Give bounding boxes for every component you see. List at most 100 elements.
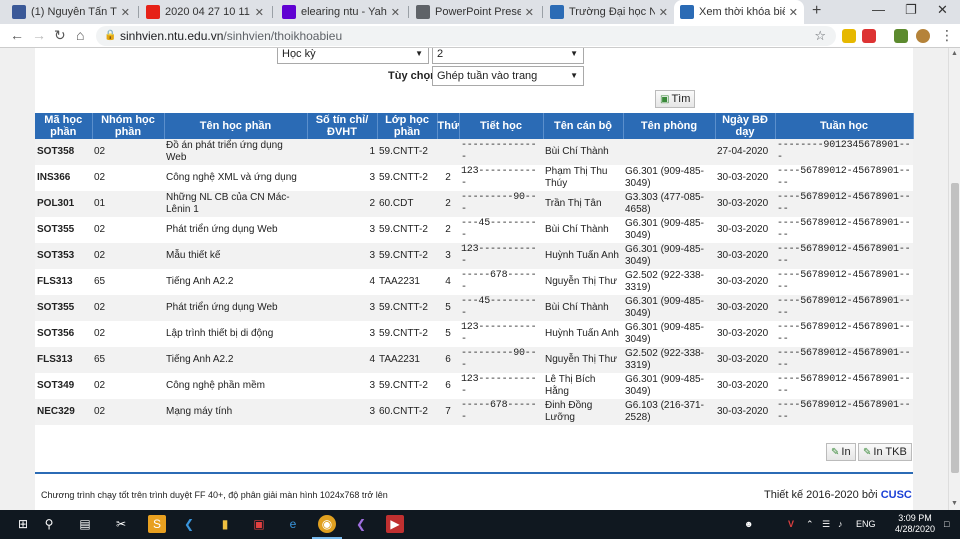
snipping-tool-icon[interactable]: ✂: [112, 515, 130, 533]
network-icon[interactable]: ☰: [822, 519, 830, 530]
menu-kebab-icon[interactable]: ⋮: [940, 27, 954, 44]
start-date-cell: 30-03-2020: [715, 321, 775, 347]
close-tab-icon[interactable]: ✕: [121, 6, 130, 19]
notification-icon[interactable]: □: [944, 519, 949, 529]
tray-app-icon[interactable]: V: [788, 519, 794, 529]
edge-icon[interactable]: e: [284, 515, 302, 533]
close-window-icon[interactable]: ✕: [937, 2, 948, 18]
close-tab-icon[interactable]: ✕: [659, 6, 668, 19]
browser-tab[interactable]: 2020 04 27 10 11 58 - Y ✕: [140, 0, 270, 24]
system-clock[interactable]: 3:09 PM 4/28/2020: [890, 513, 940, 535]
class-cell: 59.CNTT-2: [377, 373, 437, 399]
chrome-icon[interactable]: ◉: [318, 515, 336, 533]
course-name-link[interactable]: Đồ án phát triển ứng dụng Web: [164, 139, 307, 165]
url-host: sinhvien.ntu.edu.vn: [120, 29, 224, 43]
app-icon[interactable]: ▣: [250, 515, 268, 533]
search-icon[interactable]: ⚲: [40, 515, 58, 533]
print-tkb-button[interactable]: ✎ In TKB: [858, 443, 912, 461]
room-cell: G6.301 (909-485-3049): [623, 165, 715, 191]
browser-tab[interactable]: elearing ntu - Yahoo Se ✕: [276, 0, 406, 24]
course-name-link[interactable]: Tiếng Anh A2.2: [164, 269, 307, 295]
close-tab-icon[interactable]: ✕: [255, 6, 264, 19]
course-name-link[interactable]: Tiếng Anh A2.2: [164, 347, 307, 373]
restore-icon[interactable]: ❐: [905, 2, 917, 18]
group-cell: 02: [92, 217, 164, 243]
course-name-link[interactable]: Mạng máy tính: [164, 399, 307, 425]
column-header[interactable]: Tên cán bộ: [543, 113, 624, 139]
scroll-up-icon[interactable]: ▲: [951, 50, 958, 57]
column-header[interactable]: Tuần học: [775, 113, 914, 139]
browser-tab[interactable]: Trường Đại học Nha Tra ✕: [544, 0, 674, 24]
people-icon[interactable]: ☻: [744, 519, 753, 529]
footer-brand-link[interactable]: CUSC: [881, 489, 912, 501]
course-name-link[interactable]: Phát triển ứng dụng Web: [164, 217, 307, 243]
language-indicator[interactable]: ENG: [856, 519, 876, 529]
extension-icon[interactable]: [894, 29, 908, 43]
extension-icon[interactable]: [862, 29, 876, 43]
lecturer-cell: Trần Thị Tân: [543, 191, 623, 217]
browser-tab-label: PowerPoint Presentation: [435, 6, 521, 18]
browser-tab[interactable]: (1) Nguyễn Tấn Tiến ✕: [6, 0, 136, 24]
facebook-icon: [12, 5, 26, 19]
volume-icon[interactable]: ♪: [838, 519, 843, 529]
course-name-link[interactable]: Những NL CB của CN Mác-Lênin 1: [164, 191, 307, 217]
media-player-icon[interactable]: ▶: [386, 515, 404, 533]
column-header[interactable]: Lớp học phần: [377, 113, 438, 139]
task-view-icon[interactable]: ▤: [76, 515, 94, 533]
column-header[interactable]: Tên phòng: [623, 113, 716, 139]
column-header[interactable]: Thứ: [437, 113, 460, 139]
tray-chevron-icon[interactable]: ⌃: [806, 519, 814, 530]
browser-tab[interactable]: PowerPoint Presentation ✕: [410, 0, 540, 24]
periods-cell: 123-----------: [459, 165, 543, 191]
visual-studio-icon[interactable]: ❮: [352, 515, 370, 533]
class-cell: 59.CNTT-2: [377, 165, 437, 191]
reload-icon[interactable]: ↻: [54, 27, 66, 44]
tab-separator: [272, 6, 273, 18]
scroll-down-icon[interactable]: ▼: [951, 500, 958, 507]
column-header[interactable]: Mã học phần: [35, 113, 93, 139]
browser-tab[interactable]: Xem thời khóa biểu :: C ✕: [674, 0, 804, 24]
print-tkb-button-label: In TKB: [873, 446, 907, 458]
page-scrollbar[interactable]: ▲ ▼: [948, 48, 960, 510]
column-header[interactable]: Số tín chỉ/ ĐVHT: [307, 113, 378, 139]
vscode-icon[interactable]: ❮: [180, 515, 198, 533]
print-icon: ✎: [863, 446, 872, 458]
home-icon[interactable]: ⌂: [76, 27, 84, 43]
weekday-cell: 2: [437, 165, 459, 191]
column-header[interactable]: Nhóm học phần: [92, 113, 165, 139]
periods-cell: --------------: [459, 139, 543, 165]
address-bar[interactable]: 🔒 sinhvien.ntu.edu.vn/sinhvien/thoikhoab…: [96, 26, 836, 46]
minimize-icon[interactable]: —: [872, 2, 885, 17]
close-tab-icon[interactable]: ✕: [789, 6, 798, 19]
course-code-cell: FLS313: [35, 269, 92, 295]
column-header[interactable]: Ngày BĐ dạy: [715, 113, 776, 139]
column-header[interactable]: Tiết học: [459, 113, 544, 139]
extension-icon[interactable]: [842, 29, 856, 43]
search-button[interactable]: ▣ Tìm: [655, 90, 696, 108]
close-tab-icon[interactable]: ✕: [391, 6, 400, 19]
course-name-link[interactable]: Công nghệ phần mềm: [164, 373, 307, 399]
option-select[interactable]: Ghép tuần vào trang ▼: [432, 66, 584, 86]
sublime-icon[interactable]: S: [148, 515, 166, 533]
back-arrow-icon[interactable]: ←: [10, 27, 24, 43]
course-name-link[interactable]: Phát triển ứng dụng Web: [164, 295, 307, 321]
group-cell: 65: [92, 269, 164, 295]
bookmark-star-icon[interactable]: ☆: [814, 28, 826, 44]
file-explorer-icon[interactable]: ▮: [216, 515, 234, 533]
course-name-link[interactable]: Công nghệ XML và ứng dụng: [164, 165, 307, 191]
new-tab-button[interactable]: +: [812, 2, 821, 20]
table-header-row: Mã học phần Nhóm học phần Tên học phần Số t…: [35, 113, 914, 139]
close-tab-icon[interactable]: ✕: [525, 6, 534, 19]
windows-start-icon[interactable]: ⊞: [14, 515, 32, 533]
table-row: POL301 01 Những NL CB của CN Mác-Lênin 126…: [35, 191, 913, 217]
scrollbar-thumb[interactable]: [951, 183, 959, 473]
profile-avatar[interactable]: [916, 29, 930, 43]
print-button[interactable]: ✎ In: [826, 443, 856, 461]
term-select-value: 2: [437, 48, 444, 60]
column-header[interactable]: Tên học phần: [164, 113, 308, 139]
term-select[interactable]: 2 ▼: [432, 48, 584, 64]
period-select[interactable]: Học kỳ ▼: [277, 48, 429, 64]
course-name-link[interactable]: Lập trình thiết bị di động: [164, 321, 307, 347]
course-name-link[interactable]: Mẫu thiết kế: [164, 243, 307, 269]
forward-arrow-icon[interactable]: →: [32, 27, 46, 43]
